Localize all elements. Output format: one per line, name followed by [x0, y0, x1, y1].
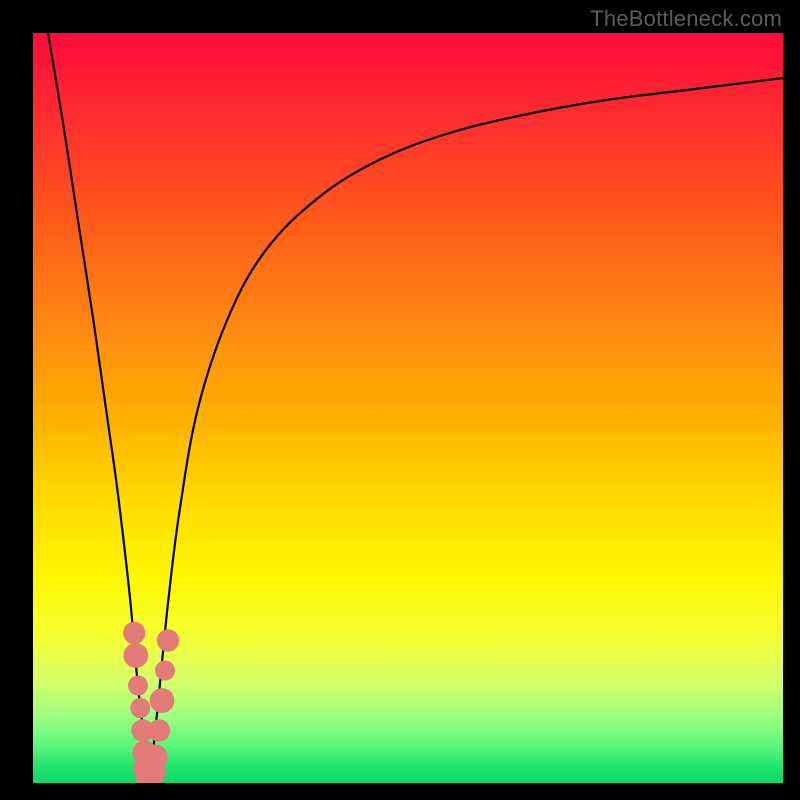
marker-dot [123, 622, 145, 644]
marker-dot [123, 643, 148, 668]
plot-area [33, 33, 783, 783]
curve-layer [33, 33, 783, 783]
watermark-text: TheBottleneck.com [590, 6, 782, 32]
marker-dot [150, 688, 175, 713]
chart-frame: TheBottleneck.com [0, 0, 800, 800]
marker-dot [148, 719, 170, 741]
marker-dot [155, 661, 175, 681]
marker-dot [128, 676, 148, 696]
marker-dot [157, 629, 179, 651]
marker-dot [130, 698, 150, 718]
left-branch-curve [48, 33, 149, 783]
marker-group [123, 622, 179, 783]
marker-dot [143, 744, 168, 769]
right-branch-curve [149, 78, 783, 783]
